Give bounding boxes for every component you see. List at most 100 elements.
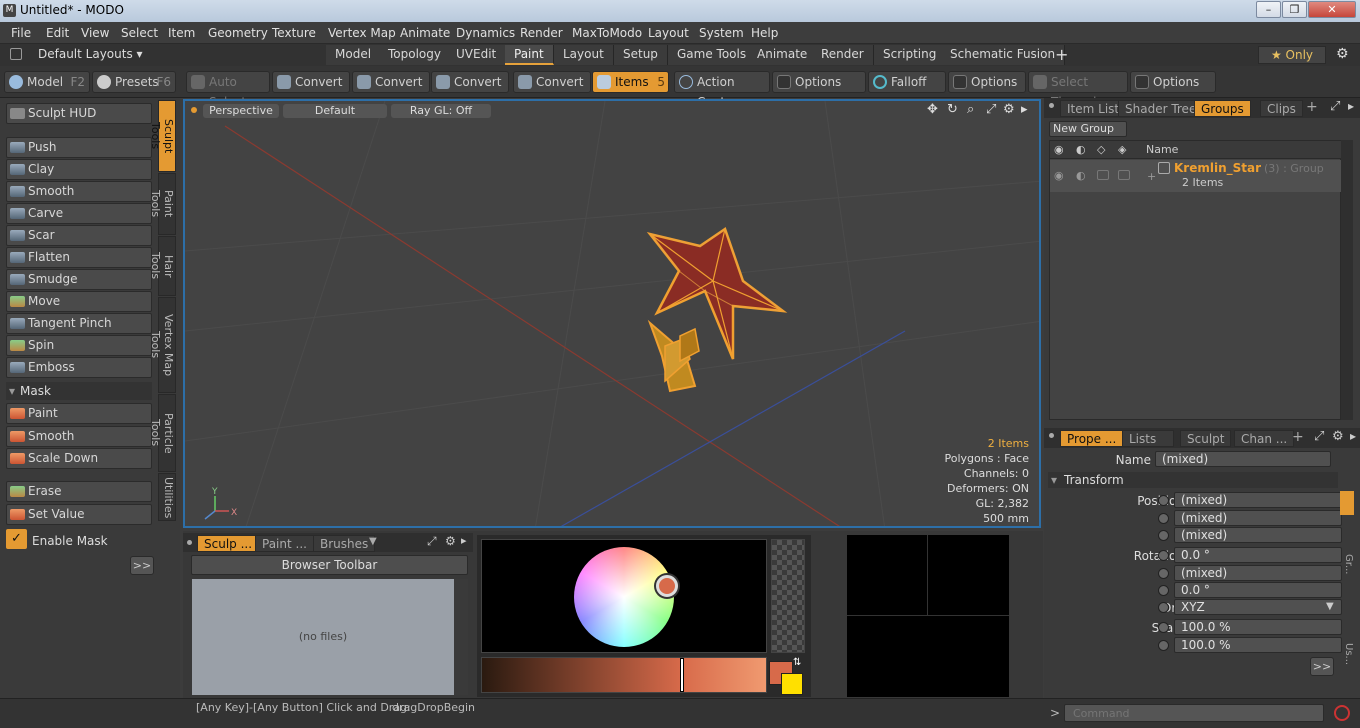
position-y-field[interactable]: (mixed) xyxy=(1174,510,1342,526)
alpha-slider[interactable] xyxy=(771,539,805,653)
side-tab-user[interactable]: Us... xyxy=(1340,643,1354,665)
transform-section-header[interactable]: ▾ Transform xyxy=(1048,472,1338,488)
fit-view-icon[interactable]: ⤢ xyxy=(986,102,996,117)
auto-select-button[interactable]: Auto Select xyxy=(186,71,270,109)
browser-arrow-icon[interactable]: ▸ xyxy=(461,534,467,547)
group-render-icon[interactable]: ◐ xyxy=(1076,169,1086,182)
tool-move[interactable]: Move xyxy=(6,291,152,312)
tab-game-tools[interactable]: Game Tools xyxy=(668,45,757,65)
position-z-field[interactable]: (mixed) xyxy=(1174,527,1342,543)
rotation-z-field[interactable]: 0.0 ° xyxy=(1174,582,1342,598)
close-button[interactable]: ✕ xyxy=(1308,1,1356,18)
browser-scrollbar[interactable] xyxy=(454,579,468,695)
viewport-menu-dot-icon[interactable] xyxy=(191,107,197,113)
select-icon[interactable]: ◈ xyxy=(1118,143,1126,156)
tab-schematic-fusion[interactable]: Schematic Fusion xyxy=(941,45,1066,65)
menu-view[interactable]: View xyxy=(81,26,109,40)
keyframe-dot-icon[interactable] xyxy=(1158,622,1169,633)
tab-groups[interactable]: Groups xyxy=(1194,100,1251,117)
minimize-button[interactable]: – xyxy=(1256,1,1281,18)
tab-model[interactable]: Model xyxy=(326,45,382,65)
raygl-toggle[interactable]: Ray GL: Off xyxy=(391,104,491,118)
tab-topology[interactable]: Topology xyxy=(379,45,451,65)
mask-smooth[interactable]: Smooth xyxy=(6,426,152,447)
lock-icon[interactable]: ◇ xyxy=(1097,143,1105,156)
visibility-eye-icon[interactable]: ◉ xyxy=(1054,143,1064,156)
tool-emboss[interactable]: Emboss xyxy=(6,357,152,378)
action-center-options-button[interactable]: Options xyxy=(772,71,866,93)
keyframe-dot-icon[interactable] xyxy=(1158,602,1169,613)
rotation-order-select[interactable]: XYZ xyxy=(1174,599,1342,615)
tab-scripting[interactable]: Scripting xyxy=(874,45,947,65)
layout-toggle-icon[interactable] xyxy=(10,48,22,60)
select-through-options-button[interactable]: Options xyxy=(1130,71,1216,93)
tab-lists[interactable]: Lists xyxy=(1122,430,1174,447)
tool-flatten[interactable]: Flatten xyxy=(6,247,152,268)
presets-button[interactable]: Presets F6 xyxy=(92,71,176,93)
menu-maxtomodo[interactable]: MaxToModo xyxy=(572,26,642,40)
keyframe-dot-icon[interactable] xyxy=(1158,585,1169,596)
menu-render[interactable]: Render xyxy=(520,26,563,40)
falloff-button[interactable]: Falloff xyxy=(868,71,946,93)
group-visibility-eye-icon[interactable]: ◉ xyxy=(1054,169,1064,182)
vtab-utilities[interactable]: Utilities xyxy=(158,473,176,521)
vtab-particle-tools[interactable]: Particle Tools xyxy=(149,394,176,472)
pan-icon[interactable]: ✥ xyxy=(927,102,938,117)
browser-menu-dot-icon[interactable] xyxy=(187,540,192,545)
convert-materials-button[interactable]: Convert xyxy=(513,71,591,93)
tab-sculpt[interactable]: Sculpt xyxy=(1180,430,1232,447)
props-settings-icon[interactable]: ⚙ xyxy=(1332,429,1344,444)
shading-style-dropdown[interactable]: Default xyxy=(283,104,387,118)
browser-settings-icon[interactable]: ⚙ xyxy=(445,534,456,548)
falloff-options-button[interactable]: Options xyxy=(948,71,1026,93)
keyframe-dot-icon[interactable] xyxy=(1158,640,1169,651)
panel-arrow-icon[interactable]: ▸ xyxy=(1348,99,1354,113)
tool-tangent-pinch[interactable]: Tangent Pinch xyxy=(6,313,152,334)
tab-shader-tree[interactable]: Shader Tree xyxy=(1118,100,1204,117)
tab-setup[interactable]: Setup xyxy=(614,45,668,65)
add-layout-button[interactable]: + xyxy=(1055,45,1068,64)
tab-channels[interactable]: Chan ... xyxy=(1234,430,1295,447)
side-tab-groups[interactable]: Gr... xyxy=(1340,554,1354,574)
group-select-checkbox[interactable] xyxy=(1118,170,1130,180)
command-history-icon[interactable] xyxy=(1334,705,1350,721)
value-gradient-slider[interactable] xyxy=(481,657,767,693)
expand-props-icon[interactable]: ⤢ xyxy=(1314,429,1324,444)
vtab-sculpt-tools[interactable]: Sculpt Tools xyxy=(149,100,176,172)
color-selector-handle[interactable] xyxy=(656,575,678,597)
color-wheel-area[interactable] xyxy=(481,539,767,653)
more-button[interactable]: >> xyxy=(130,556,154,575)
props-menu-dot-icon[interactable] xyxy=(1049,433,1054,438)
vtab-vertex-map-tools[interactable]: Vertex Map Tools xyxy=(149,297,176,393)
menu-dynamics[interactable]: Dynamics xyxy=(456,26,515,40)
panel-menu-dot-icon[interactable] xyxy=(1049,103,1054,108)
maximize-button[interactable]: ❐ xyxy=(1282,1,1307,18)
keyframe-dot-icon[interactable] xyxy=(1158,495,1169,506)
tab-sculpt-presets[interactable]: Sculp ... xyxy=(197,535,260,552)
rotation-y-field[interactable]: (mixed) xyxy=(1174,565,1342,581)
menu-edit[interactable]: Edit xyxy=(46,26,69,40)
props-more-button[interactable]: >> xyxy=(1310,657,1334,676)
add-props-tab-icon[interactable]: + xyxy=(1292,429,1304,445)
sculpt-hud-button[interactable]: Sculpt HUD xyxy=(6,103,152,124)
mask-scale-down[interactable]: Scale Down xyxy=(6,448,152,469)
keyframe-dot-icon[interactable] xyxy=(1158,513,1169,524)
properties-side-tab[interactable] xyxy=(1340,491,1354,515)
convert-vertices-button[interactable]: Convert xyxy=(272,71,350,93)
browser-toolbar-button[interactable]: Browser Toolbar xyxy=(191,555,468,575)
vtab-paint-tools[interactable]: Paint Tools xyxy=(149,173,176,235)
default-layouts-dropdown[interactable]: Default Layouts ▾ xyxy=(38,47,143,61)
browser-expand-icon[interactable]: ⤢ xyxy=(427,534,437,549)
layout-settings-icon[interactable]: ⚙ xyxy=(1336,46,1349,62)
value-slider-handle[interactable] xyxy=(680,658,684,692)
viewport-settings-icon[interactable]: ⚙ xyxy=(1003,102,1015,117)
rotate-icon[interactable]: ↻ xyxy=(947,102,958,117)
viewport-expand-icon[interactable]: ▸ xyxy=(1021,102,1028,117)
color-wheel[interactable] xyxy=(574,547,678,647)
menu-select[interactable]: Select xyxy=(121,26,158,40)
tab-brushes[interactable]: Brushes xyxy=(313,535,376,552)
tab-paint-presets[interactable]: Paint ... xyxy=(255,535,314,552)
select-through-button[interactable]: Select Through xyxy=(1028,71,1128,109)
model-button[interactable]: Model F2 xyxy=(4,71,90,93)
menu-geometry[interactable]: Geometry xyxy=(208,26,268,40)
